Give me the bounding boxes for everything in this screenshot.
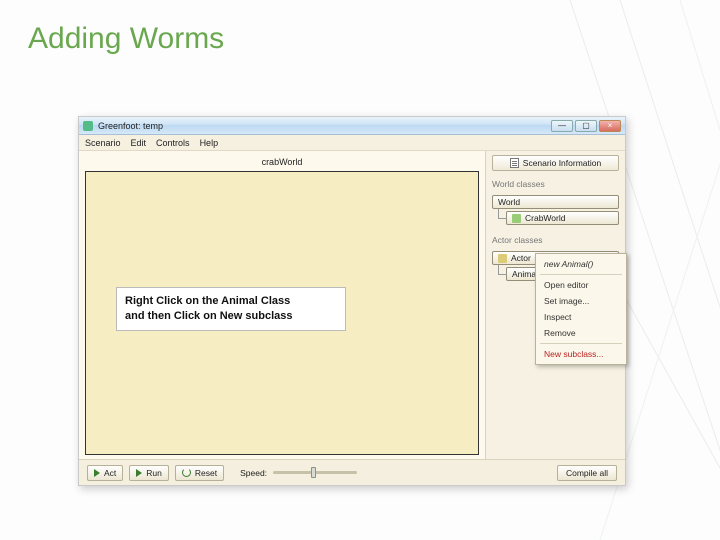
scenario-info-label: Scenario Information <box>523 158 601 168</box>
menu-edit[interactable]: Edit <box>131 138 147 148</box>
ctx-inspect[interactable]: Inspect <box>536 309 626 325</box>
class-crabworld[interactable]: CrabWorld <box>506 211 619 225</box>
world-class-tree: World CrabWorld <box>492 195 619 227</box>
world-label: crabWorld <box>85 157 479 167</box>
class-panel: Scenario Information World classes World… <box>485 151 625 459</box>
minimize-button[interactable]: — <box>551 120 573 132</box>
world-classes-label: World classes <box>492 179 619 189</box>
window-title: Greenfoot: temp <box>98 121 551 131</box>
context-menu: new Animal() Open editor Set image... In… <box>535 253 627 365</box>
content-area: crabWorld Right Click on the Animal Clas… <box>79 151 625 459</box>
crabworld-icon <box>512 214 521 223</box>
menu-controls[interactable]: Controls <box>156 138 190 148</box>
speed-slider[interactable] <box>273 471 357 474</box>
app-icon <box>83 121 93 131</box>
callout-line-1: Right Click on the Animal Class <box>125 294 337 309</box>
run-label: Run <box>146 468 162 478</box>
ctx-remove[interactable]: Remove <box>536 325 626 341</box>
act-label: Act <box>104 468 116 478</box>
actor-classes-label: Actor classes <box>492 235 619 245</box>
reset-button[interactable]: Reset <box>175 465 224 481</box>
speed-control: Speed: <box>240 468 357 478</box>
app-window: Greenfoot: temp — ▢ × Scenario Edit Cont… <box>78 116 626 486</box>
document-icon <box>510 158 519 168</box>
play-icon <box>94 469 100 477</box>
ctx-separator-2 <box>540 343 622 344</box>
close-button[interactable]: × <box>599 120 621 132</box>
maximize-button[interactable]: ▢ <box>575 120 597 132</box>
ctx-new-animal[interactable]: new Animal() <box>536 256 626 272</box>
ctx-set-image[interactable]: Set image... <box>536 293 626 309</box>
scenario-info-button[interactable]: Scenario Information <box>492 155 619 171</box>
ctx-separator <box>540 274 622 275</box>
compile-label: Compile all <box>566 468 608 478</box>
class-world[interactable]: World <box>492 195 619 209</box>
compile-all-button[interactable]: Compile all <box>557 465 617 481</box>
ctx-open-editor[interactable]: Open editor <box>536 277 626 293</box>
act-button[interactable]: Act <box>87 465 123 481</box>
window-buttons: — ▢ × <box>551 120 621 132</box>
reset-label: Reset <box>195 468 217 478</box>
speed-label: Speed: <box>240 468 267 478</box>
menu-scenario[interactable]: Scenario <box>85 138 121 148</box>
class-world-label: World <box>498 197 520 207</box>
slider-knob[interactable] <box>311 467 316 478</box>
callout-line-2: and then Click on New subclass <box>125 309 337 324</box>
control-bar: Act Run Reset Speed: Compile all <box>79 459 625 485</box>
instruction-callout: Right Click on the Animal Class and then… <box>116 287 346 331</box>
world-canvas[interactable]: Right Click on the Animal Class and then… <box>85 171 479 455</box>
world-pane: crabWorld Right Click on the Animal Clas… <box>79 151 485 459</box>
reset-icon <box>182 468 191 477</box>
class-crabworld-label: CrabWorld <box>525 213 565 223</box>
run-button[interactable]: Run <box>129 465 169 481</box>
ctx-new-subclass[interactable]: New subclass... <box>536 346 626 362</box>
actor-icon <box>498 254 507 263</box>
slide-title: Adding Worms <box>28 22 224 56</box>
menubar: Scenario Edit Controls Help <box>79 135 625 151</box>
menu-help[interactable]: Help <box>200 138 219 148</box>
run-icon <box>136 469 142 477</box>
titlebar[interactable]: Greenfoot: temp — ▢ × <box>79 117 625 135</box>
class-actor-label: Actor <box>511 253 531 263</box>
